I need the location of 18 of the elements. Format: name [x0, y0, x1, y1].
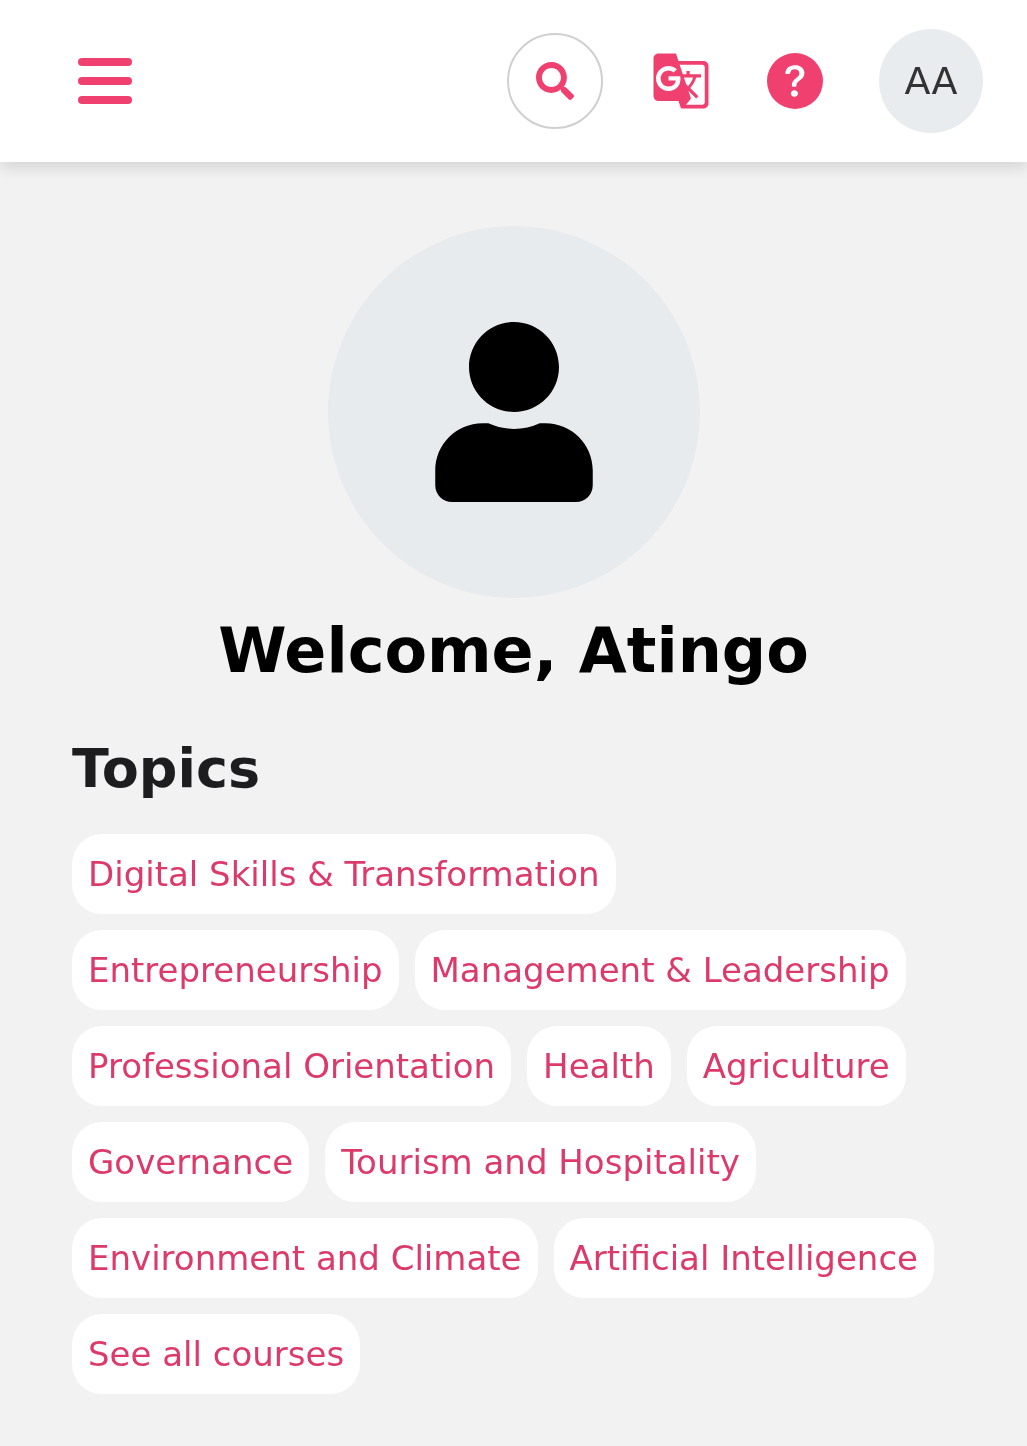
- topic-chip[interactable]: Artificial Intelligence: [553, 1218, 934, 1298]
- help-icon[interactable]: [767, 53, 823, 109]
- topic-chip[interactable]: Management & Leadership: [414, 930, 906, 1010]
- topic-chip[interactable]: Professional Orientation: [72, 1026, 512, 1106]
- topic-chip[interactable]: Governance: [72, 1122, 310, 1202]
- user-avatar[interactable]: AA: [879, 29, 983, 133]
- topic-chip[interactable]: See all courses: [72, 1314, 361, 1394]
- search-icon: [536, 62, 574, 100]
- topic-chip[interactable]: Health: [527, 1026, 671, 1106]
- topic-chip[interactable]: Environment and Climate: [72, 1218, 538, 1298]
- topic-chip[interactable]: Entrepreneurship: [72, 930, 399, 1010]
- topics-heading: Topics: [72, 737, 262, 800]
- translate-icon[interactable]: [651, 51, 711, 111]
- topic-chip[interactable]: Tourism and Hospitality: [325, 1122, 756, 1202]
- menu-icon[interactable]: [78, 58, 132, 104]
- welcome-heading: Welcome, Atingo: [217, 614, 810, 687]
- topic-chip[interactable]: Agriculture: [686, 1026, 906, 1106]
- topic-chip[interactable]: Digital Skills & Transformation: [72, 834, 616, 914]
